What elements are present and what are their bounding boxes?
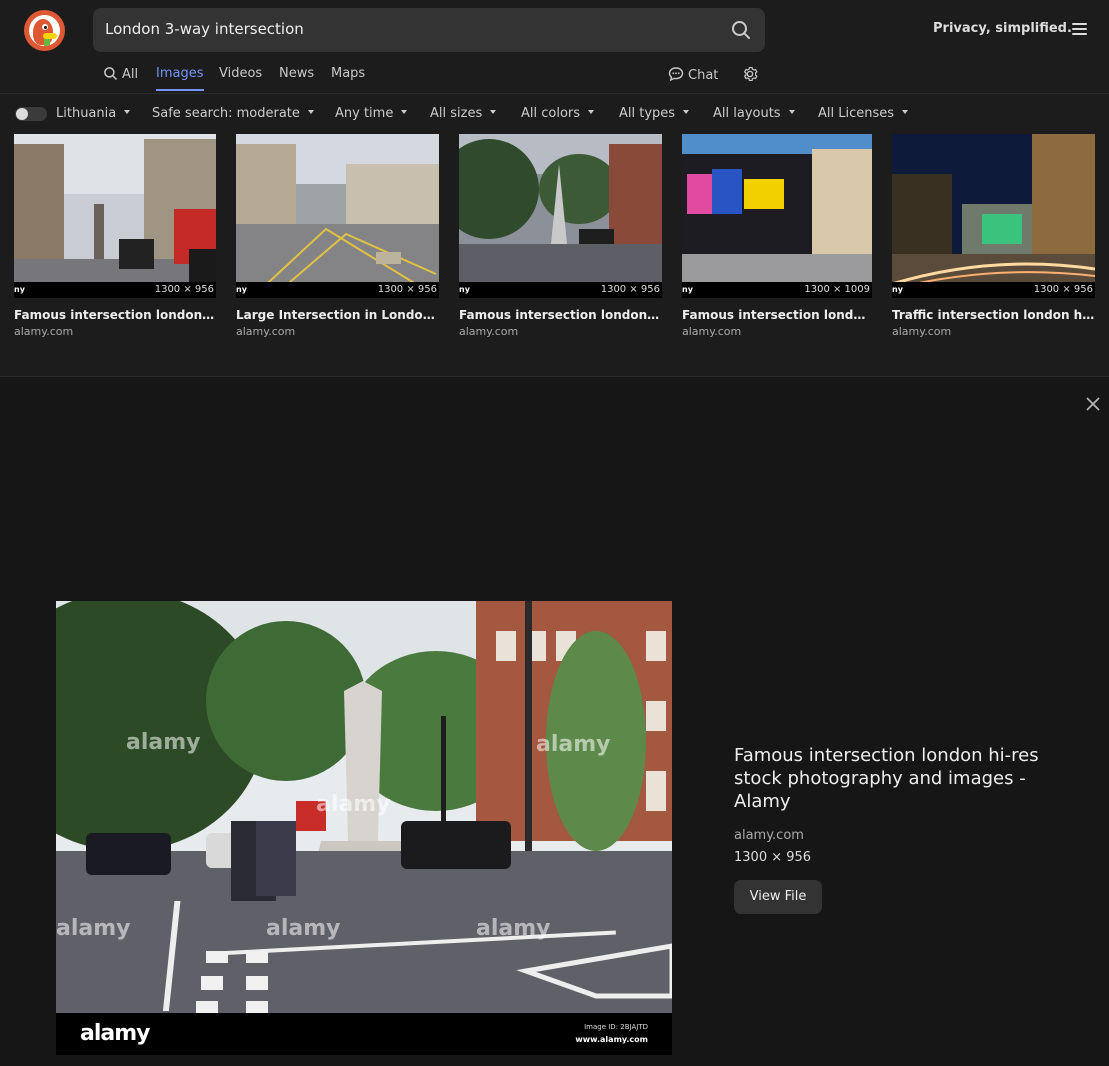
region-toggle[interactable]	[15, 107, 47, 121]
caret-down-icon	[683, 110, 690, 114]
image-dimensions: 1300 × 956	[459, 282, 662, 298]
search-icon	[104, 67, 118, 81]
image-result[interactable]: 1300 × 956 Famous intersection london hi…	[459, 134, 662, 338]
filter-size[interactable]: All sizes	[430, 106, 497, 121]
image-dimensions: 1300 × 1009	[682, 282, 872, 298]
caret-down-icon	[124, 110, 131, 114]
filter-label: All colors	[521, 106, 581, 121]
filter-label: All sizes	[430, 106, 483, 121]
watermark-footer: alamy Image ID: 2BJAJTD www.alamy.com	[56, 1013, 672, 1055]
filter-region[interactable]: Lithuania	[56, 106, 131, 121]
caret-down-icon	[788, 110, 795, 114]
caret-down-icon	[902, 110, 909, 114]
image-dimensions: 1300 × 956	[892, 282, 1095, 298]
image-result[interactable]: 1300 × 956 Traffic intersection london h…	[892, 134, 1095, 338]
caret-down-icon	[588, 110, 595, 114]
svg-text:alamy: alamy	[56, 916, 131, 941]
result-title[interactable]: Famous intersection london hi-res stock …	[682, 308, 872, 322]
image-dimensions: 1300 × 956	[236, 282, 439, 298]
result-domain: alamy.com	[14, 325, 74, 338]
caret-down-icon	[490, 110, 497, 114]
result-thumbnail[interactable]: 1300 × 956	[14, 134, 216, 298]
result-thumbnail[interactable]: 1300 × 956	[892, 134, 1095, 298]
preview-image[interactable]: alamy alamy alamy alamy alamy alamy alam…	[56, 601, 672, 1055]
tab-all[interactable]: All	[103, 66, 138, 82]
filter-label: Any time	[335, 106, 394, 121]
detail-title[interactable]: Famous intersection london hi-res stock …	[734, 744, 1054, 813]
result-domain: alamy.com	[236, 325, 296, 338]
filter-time[interactable]: Any time	[335, 106, 408, 121]
result-thumbnail[interactable]: 1300 × 956	[459, 134, 662, 298]
result-domain: alamy.com	[892, 325, 952, 338]
result-title[interactable]: Famous intersection london hi-res stock …	[14, 308, 216, 322]
filter-type[interactable]: All types	[619, 106, 690, 121]
caret-down-icon	[307, 110, 314, 114]
filter-safe-search[interactable]: Safe search: moderate	[152, 106, 314, 121]
tab-label: All	[122, 67, 139, 82]
watermark-url: www.alamy.com	[575, 1035, 648, 1044]
svg-text:alamy: alamy	[536, 732, 611, 757]
image-results-strip: 1300 × 956 Famous intersection london hi…	[0, 134, 1109, 377]
svg-text:alamy: alamy	[266, 916, 341, 941]
filter-label: All types	[619, 106, 676, 121]
tagline: Privacy, simplified.	[933, 21, 1072, 36]
tab-label: Maps	[331, 66, 366, 81]
search-icon[interactable]	[731, 20, 751, 40]
tab-images[interactable]: Images	[156, 66, 204, 91]
chat-bubble-icon	[668, 67, 684, 82]
duckduckgo-logo[interactable]	[24, 10, 65, 51]
result-thumbnail[interactable]: 1300 × 1009	[682, 134, 872, 298]
svg-text:alamy: alamy	[126, 730, 201, 755]
search-input[interactable]: London 3-way intersection	[105, 20, 304, 38]
filter-label: All Licenses	[818, 106, 895, 121]
gear-icon[interactable]	[741, 65, 759, 83]
filter-layout[interactable]: All layouts	[713, 106, 795, 121]
image-result[interactable]: 1300 × 956 Famous intersection london hi…	[14, 134, 216, 338]
hamburger-menu-icon[interactable]	[1072, 23, 1087, 37]
filter-label: Lithuania	[56, 106, 117, 121]
view-file-button[interactable]: View File	[734, 880, 822, 914]
filter-label: All layouts	[713, 106, 781, 121]
image-dimensions: 1300 × 956	[14, 282, 216, 298]
watermark-brand: alamy	[80, 1021, 150, 1046]
filter-bar: Lithuania Safe search: moderate Any time…	[0, 94, 1109, 134]
result-title[interactable]: Traffic intersection london hi-res stock…	[892, 308, 1095, 322]
filter-license[interactable]: All Licenses	[818, 106, 909, 121]
image-result[interactable]: 1300 × 1009 Famous intersection london h…	[682, 134, 872, 338]
svg-text:alamy: alamy	[476, 916, 551, 941]
caret-down-icon	[401, 110, 408, 114]
svg-text:alamy: alamy	[316, 792, 391, 817]
tab-maps[interactable]: Maps	[331, 66, 365, 81]
search-bar[interactable]: London 3-way intersection	[93, 8, 765, 52]
tab-label: Videos	[219, 66, 263, 81]
filter-label: Safe search: moderate	[152, 106, 300, 121]
tab-videos[interactable]: Videos	[219, 66, 262, 81]
result-title[interactable]: Large Intersection in London England Sto…	[236, 308, 439, 322]
result-thumbnail[interactable]: 1300 × 956	[236, 134, 439, 298]
image-result[interactable]: 1300 × 956 Large Intersection in London …	[236, 134, 439, 338]
chat-button[interactable]: Chat	[668, 66, 718, 83]
result-domain: alamy.com	[459, 325, 519, 338]
header-bar: London 3-way intersection Privacy, simpl…	[0, 0, 1109, 94]
result-domain: alamy.com	[682, 325, 742, 338]
detail-domain[interactable]: alamy.com	[734, 828, 804, 843]
close-icon[interactable]	[1085, 396, 1101, 412]
chat-label: Chat	[688, 68, 719, 83]
detail-dimensions: 1300 × 956	[734, 850, 812, 865]
filter-color[interactable]: All colors	[521, 106, 595, 121]
tab-label: Images	[156, 66, 204, 81]
watermark-image-id: Image ID: 2BJAJTD	[584, 1023, 648, 1031]
tab-news[interactable]: News	[279, 66, 314, 81]
tab-label: News	[279, 66, 315, 81]
result-title[interactable]: Famous intersection london hi-res stock …	[459, 308, 662, 322]
